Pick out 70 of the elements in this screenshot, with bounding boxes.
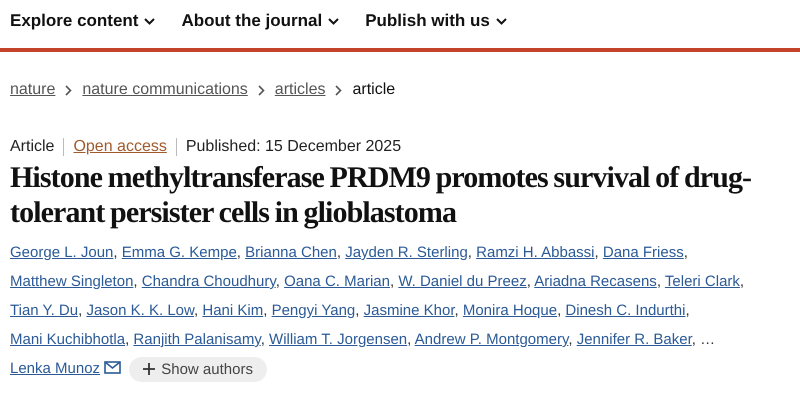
separator: , bbox=[692, 331, 696, 348]
separator: , bbox=[685, 302, 690, 319]
article-type: Article bbox=[10, 138, 56, 156]
author-link[interactable]: Tian Y. Du bbox=[10, 302, 78, 319]
author-link[interactable]: Hani Kim bbox=[202, 302, 264, 319]
separator: , bbox=[113, 244, 118, 261]
separator: , bbox=[133, 273, 138, 290]
separator: , bbox=[684, 244, 688, 261]
separator: , bbox=[454, 302, 459, 319]
author-link[interactable]: Jason K. K. Low bbox=[86, 302, 194, 319]
separator: , bbox=[594, 244, 599, 261]
mail-icon[interactable] bbox=[104, 361, 122, 374]
author-link[interactable]: W. Daniel du Preez bbox=[398, 273, 527, 290]
separator: , bbox=[78, 302, 82, 319]
separator: , bbox=[336, 244, 342, 261]
separator: , bbox=[263, 302, 268, 319]
separator: , bbox=[276, 273, 280, 290]
author-link[interactable]: Oana C. Marian bbox=[284, 273, 390, 290]
author-link[interactable]: Lenka Munoz bbox=[10, 360, 100, 377]
separator: , bbox=[557, 302, 562, 319]
separator: , bbox=[390, 273, 394, 290]
author-link[interactable]: Ranjith Palanisamy bbox=[133, 331, 261, 348]
author-link[interactable]: Ramzi H. Abbassi bbox=[476, 244, 595, 261]
show-authors-button[interactable]: Show authors bbox=[129, 356, 267, 382]
breadcrumb-link[interactable]: nature bbox=[10, 81, 56, 99]
breadcrumb-link[interactable]: articles bbox=[274, 81, 326, 99]
author-link[interactable]: William T. Jorgensen bbox=[269, 331, 408, 348]
author-link[interactable]: Jennifer R. Baker bbox=[576, 331, 692, 348]
author-link[interactable]: Ariadna Recasens bbox=[534, 273, 657, 290]
chevron-down-icon bbox=[144, 18, 156, 24]
breadcrumb-current: article bbox=[352, 81, 396, 99]
author-link[interactable]: Dinesh C. Indurthi bbox=[565, 302, 686, 319]
author-link[interactable]: Dana Friess bbox=[602, 244, 684, 261]
ellipsis: … bbox=[700, 331, 716, 348]
separator: , bbox=[194, 302, 198, 319]
author-link[interactable]: Monira Hoque bbox=[462, 302, 558, 319]
separator: , bbox=[355, 302, 360, 319]
author-link[interactable]: Emma G. Kempe bbox=[122, 244, 237, 261]
chevron-down-icon bbox=[328, 18, 340, 24]
open-access-link[interactable]: Open access bbox=[63, 138, 176, 156]
author-link[interactable]: Andrew P. Montgomery bbox=[414, 331, 568, 348]
breadcrumb-link[interactable]: nature communications bbox=[82, 81, 248, 99]
author-link[interactable]: George L. Joun bbox=[10, 244, 114, 261]
nav-menu-item[interactable]: Publish with us bbox=[365, 10, 507, 32]
author-link[interactable]: Teleri Clark bbox=[664, 273, 740, 290]
separator: , bbox=[260, 331, 265, 348]
author-link[interactable]: Matthew Singleton bbox=[10, 273, 134, 290]
separator: , bbox=[407, 331, 412, 348]
separator: , bbox=[656, 273, 661, 290]
chevron-right-icon bbox=[335, 84, 342, 96]
separator: , bbox=[526, 273, 531, 290]
separator: , bbox=[568, 331, 573, 348]
nav-menu-item[interactable]: Explore content bbox=[10, 10, 156, 32]
author-link[interactable]: Chandra Choudhury bbox=[142, 273, 276, 290]
chevron-right-icon bbox=[258, 84, 265, 96]
author-link[interactable]: Brianna Chen bbox=[245, 244, 337, 261]
nav-menu-item[interactable]: About the journal bbox=[181, 10, 340, 32]
author-link[interactable]: Jasmine Khor bbox=[364, 302, 454, 319]
chevron-down-icon bbox=[496, 18, 507, 24]
plus-icon bbox=[143, 363, 156, 376]
article-title: Histone methyltransferase PRDM9 promotes survival of drug-tolerant persister cells in glioblastoma bbox=[10, 160, 752, 230]
separator: , bbox=[740, 273, 744, 290]
author-link[interactable]: Mani Kuchibhotla bbox=[10, 331, 126, 348]
author-link[interactable]: Pengyi Yang bbox=[272, 302, 356, 319]
chevron-right-icon bbox=[65, 84, 72, 96]
separator: , bbox=[468, 244, 472, 261]
author-link[interactable]: Jayden R. Sterling bbox=[345, 244, 468, 261]
separator: , bbox=[236, 244, 241, 261]
published-date: Published: 15 December 2025 bbox=[176, 138, 410, 156]
separator: , bbox=[125, 331, 130, 348]
